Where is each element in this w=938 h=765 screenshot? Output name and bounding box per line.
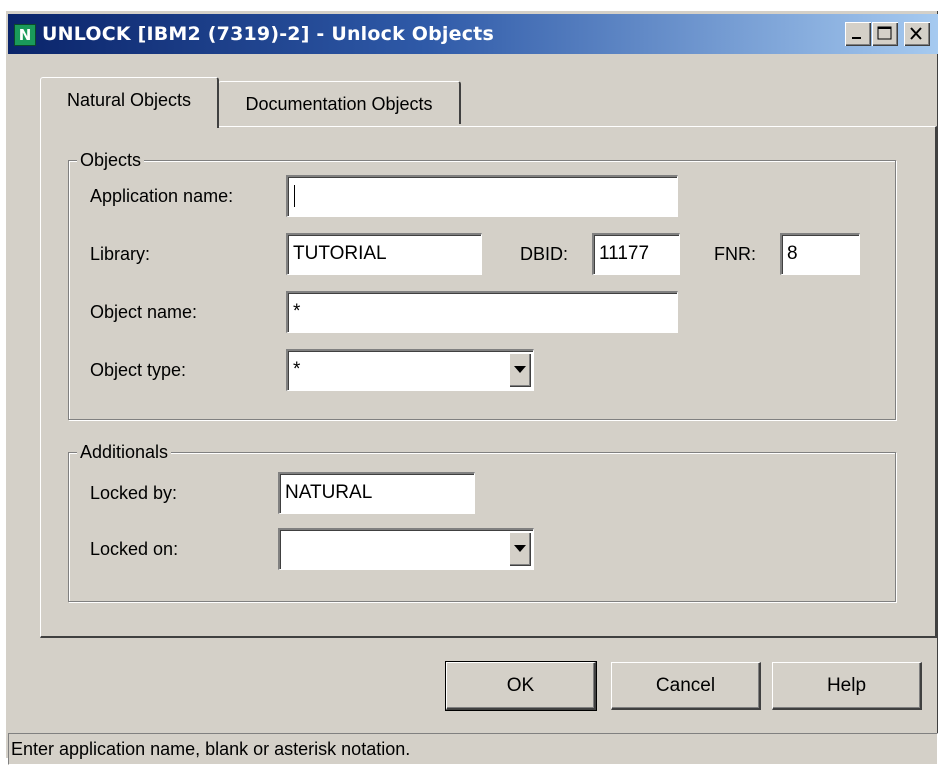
locked-on-dropdown-button[interactable] [509,532,531,566]
object-type-value: * [293,359,301,380]
object-name-label: Object name: [90,302,198,322]
application-name-label: Application name: [90,186,234,206]
locked-on-label: Locked on: [90,539,179,559]
fnr-label: FNR: [714,244,756,264]
library-value: TUTORIAL [293,243,387,264]
additionals-legend: Additionals [77,440,172,464]
library-label: Library: [90,244,151,264]
cancel-button[interactable]: Cancel [611,662,761,710]
maximize-icon [877,26,892,40]
objects-group: Objects Application name: Library: TUTOR… [68,148,896,420]
text-caret [294,185,295,207]
dbid-value: 11177 [599,243,650,264]
library-input[interactable]: TUTORIAL [286,233,482,275]
dbid-input[interactable]: 11177 [592,233,680,275]
title-bar[interactable]: N UNLOCK [IBM2 (7319)-2] - Unlock Object… [8,14,938,54]
objects-legend: Objects [77,148,145,172]
chevron-down-icon [514,545,526,552]
fnr-input[interactable]: 8 [780,233,860,275]
tab-documentation-objects[interactable]: Documentation Objects [218,81,461,124]
ok-button[interactable]: OK [445,661,597,711]
maximize-button[interactable] [872,22,898,46]
locked-by-value: NATURAL [285,482,373,503]
dbid-label: DBID: [520,244,569,264]
minimize-button[interactable] [845,22,871,46]
dialog-window: N UNLOCK [IBM2 (7319)-2] - Unlock Object… [5,10,938,765]
object-type-label: Object type: [90,360,187,380]
help-button[interactable]: Help [772,662,922,710]
close-button[interactable] [904,22,930,46]
locked-by-label: Locked by: [90,483,178,503]
application-name-input[interactable] [286,175,678,217]
locked-on-select[interactable] [278,528,534,570]
close-icon [910,27,922,40]
tab-panel: Objects Application name: Library: TUTOR… [40,126,937,638]
object-type-dropdown-button[interactable] [509,353,531,387]
locked-by-input[interactable]: NATURAL [278,472,475,514]
tab-natural-objects[interactable]: Natural Objects [40,77,219,128]
fnr-value: 8 [787,243,798,264]
additionals-group: Additionals Locked by: NATURAL Locked on… [68,440,896,602]
chevron-down-icon [514,366,526,373]
object-name-input[interactable]: * [286,291,678,333]
object-type-select[interactable]: * [286,349,534,391]
natural-app-icon: N [14,24,36,46]
window-title: UNLOCK [IBM2 (7319)-2] - Unlock Objects [42,23,494,45]
object-name-value: * [293,301,301,322]
status-bar: Enter application name, blank or asteris… [8,733,938,765]
minimize-icon [852,37,861,39]
